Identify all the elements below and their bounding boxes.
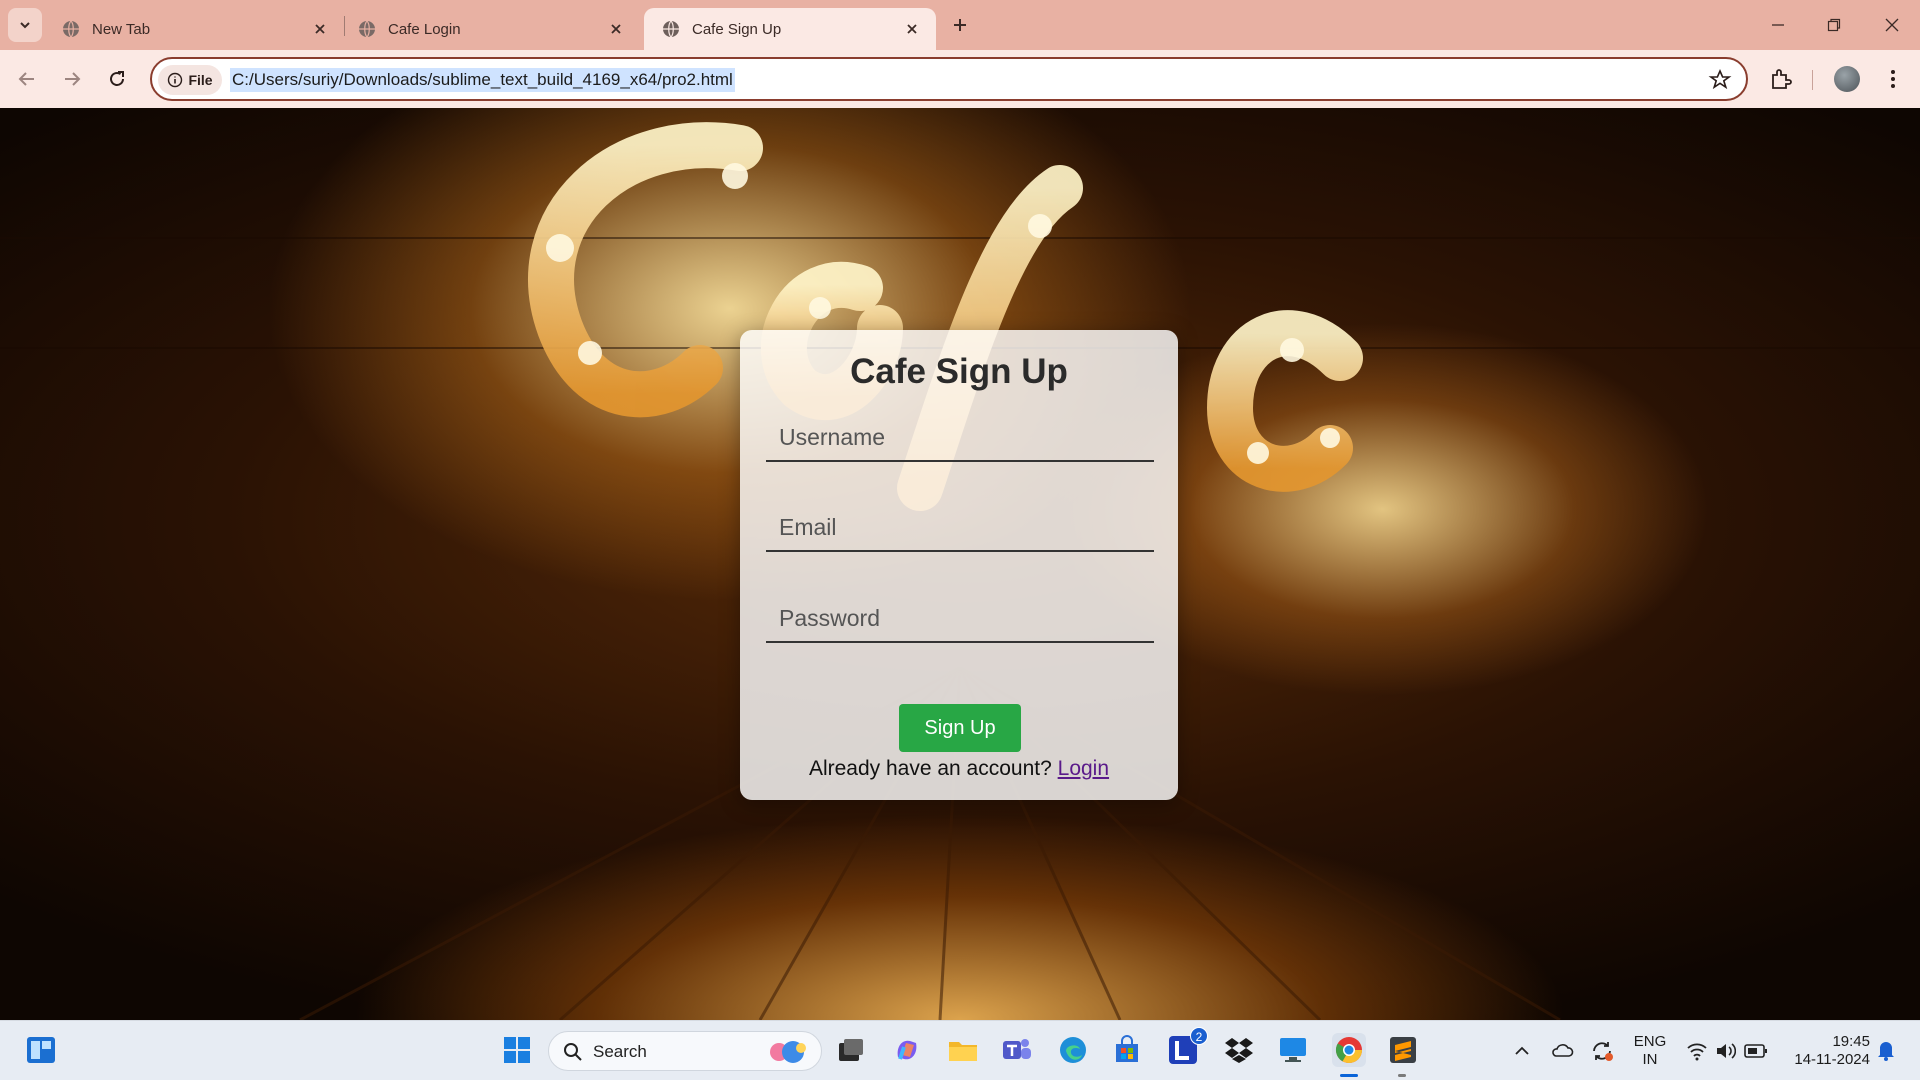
- email-input[interactable]: [766, 504, 1154, 552]
- widgets-icon: [27, 1037, 55, 1063]
- site-chip-label: File: [188, 72, 213, 88]
- extensions-icon[interactable]: [1768, 66, 1794, 92]
- task-view-button[interactable]: [834, 1033, 868, 1067]
- account-prompt-text: Already have an account?: [808, 757, 1052, 780]
- plus-icon: [954, 19, 966, 31]
- edge-button[interactable]: [1056, 1033, 1090, 1067]
- minimize-icon: [1772, 24, 1784, 26]
- profile-avatar[interactable]: [1834, 66, 1860, 92]
- tab-title: New Tab: [92, 20, 151, 38]
- chrome-button[interactable]: [1332, 1033, 1366, 1067]
- close-icon: [1885, 18, 1899, 32]
- search-highlight-icon: [770, 1041, 806, 1063]
- windows-logo-icon: [504, 1037, 530, 1063]
- chevron-up-icon[interactable]: [1512, 1041, 1532, 1061]
- sublime-text-icon: [1390, 1037, 1416, 1063]
- taskbar-search[interactable]: Search: [548, 1031, 822, 1071]
- store-icon: [1116, 1035, 1138, 1062]
- arrow-right-icon: [65, 72, 81, 86]
- minimize-button[interactable]: [1758, 8, 1798, 42]
- teams-icon: [1003, 1039, 1031, 1059]
- login-link[interactable]: Login: [1058, 757, 1109, 780]
- search-label: Search: [593, 1042, 647, 1061]
- clock-date: 14-11-2024: [1794, 1051, 1870, 1068]
- language-indicator[interactable]: ENG IN: [1630, 1033, 1670, 1069]
- edge-icon: [1060, 1037, 1086, 1063]
- clock-time: 19:45: [1832, 1033, 1870, 1050]
- language-code: ENG: [1633, 1033, 1667, 1050]
- url-text[interactable]: C:/Users/suriy/Downloads/sublime_text_bu…: [230, 68, 735, 92]
- wifi-icon[interactable]: [1686, 1041, 1708, 1061]
- close-icon[interactable]: [902, 19, 922, 39]
- tab-search-button[interactable]: [8, 8, 42, 42]
- page-viewport: Cafe Sign Up Sign Up Already have an acc…: [0, 108, 1920, 1020]
- restore-button[interactable]: [1814, 8, 1854, 42]
- battery-icon[interactable]: [1744, 1043, 1768, 1059]
- copilot-icon: [897, 1040, 917, 1060]
- region-code: IN: [1642, 1051, 1658, 1068]
- chevron-down-icon: [20, 22, 30, 29]
- remote-desktop-button[interactable]: [1276, 1033, 1310, 1067]
- toolbar-separator: [1812, 70, 1813, 90]
- password-input[interactable]: [766, 595, 1154, 643]
- sync-icon[interactable]: [1590, 1039, 1614, 1063]
- tab-cafe-login[interactable]: Cafe Login: [340, 8, 640, 50]
- arrow-left-icon: [18, 72, 34, 86]
- sign-up-button[interactable]: Sign Up: [899, 704, 1021, 752]
- browser-toolbar: File C:/Users/suriy/Downloads/sublime_te…: [0, 50, 1920, 108]
- notification-badge: 2: [1190, 1027, 1208, 1045]
- file-explorer-button[interactable]: [946, 1033, 980, 1067]
- restore-icon: [1827, 18, 1841, 32]
- search-icon: [564, 1043, 582, 1061]
- dropbox-button[interactable]: [1222, 1033, 1256, 1067]
- close-window-button[interactable]: [1872, 8, 1912, 42]
- store-button[interactable]: [1110, 1033, 1144, 1067]
- reload-button[interactable]: [100, 62, 134, 96]
- tab-cafe-sign-up[interactable]: Cafe Sign Up: [644, 8, 936, 50]
- teams-button[interactable]: [1000, 1033, 1034, 1067]
- globe-icon: [663, 20, 679, 38]
- globe-icon: [359, 20, 375, 38]
- reload-icon: [110, 71, 124, 86]
- tab-title: Cafe Sign Up: [692, 20, 782, 38]
- back-button[interactable]: [10, 62, 44, 96]
- close-icon[interactable]: [310, 19, 330, 39]
- task-view-icon: [839, 1039, 863, 1061]
- start-button[interactable]: [500, 1033, 534, 1067]
- folder-icon: [949, 1042, 977, 1061]
- site-info-chip[interactable]: File: [158, 65, 222, 95]
- username-input[interactable]: [766, 414, 1154, 462]
- star-icon[interactable]: [1708, 68, 1732, 92]
- signup-card: Cafe Sign Up Sign Up Already have an acc…: [740, 330, 1178, 800]
- more-menu-icon[interactable]: [1880, 66, 1906, 92]
- new-tab-button[interactable]: [946, 11, 974, 39]
- tab-title: Cafe Login: [388, 20, 461, 38]
- taskbar: Search 2 ENG IN 19:45 14-11-2024: [0, 1020, 1920, 1080]
- copilot-button[interactable]: [890, 1033, 924, 1067]
- page-title: Cafe Sign Up: [850, 352, 1068, 391]
- login-prompt: Already have an account? Login: [740, 757, 1178, 781]
- chrome-running-indicator: [1340, 1074, 1358, 1077]
- sublime-text-button[interactable]: [1386, 1033, 1420, 1067]
- globe-icon: [63, 20, 79, 38]
- cloud-icon[interactable]: [1550, 1039, 1574, 1061]
- chrome-icon: [1335, 1037, 1363, 1064]
- close-icon[interactable]: [606, 19, 626, 39]
- info-icon: [168, 72, 183, 88]
- monitor-icon: [1280, 1038, 1306, 1062]
- l-app-button[interactable]: 2: [1166, 1027, 1208, 1067]
- address-bar[interactable]: File C:/Users/suriy/Downloads/sublime_te…: [150, 57, 1748, 101]
- tab-strip: New Tab Cafe Login Cafe Sign Up: [0, 0, 1920, 50]
- volume-icon[interactable]: [1714, 1041, 1736, 1061]
- clock[interactable]: 19:45 14-11-2024: [1782, 1033, 1870, 1069]
- forward-button[interactable]: [55, 62, 89, 96]
- sublime-running-indicator: [1398, 1074, 1406, 1077]
- widgets-button[interactable]: [24, 1033, 58, 1067]
- tab-new-tab[interactable]: New Tab: [44, 8, 344, 50]
- dropbox-icon: [1225, 1038, 1253, 1063]
- bell-icon[interactable]: [1876, 1039, 1896, 1061]
